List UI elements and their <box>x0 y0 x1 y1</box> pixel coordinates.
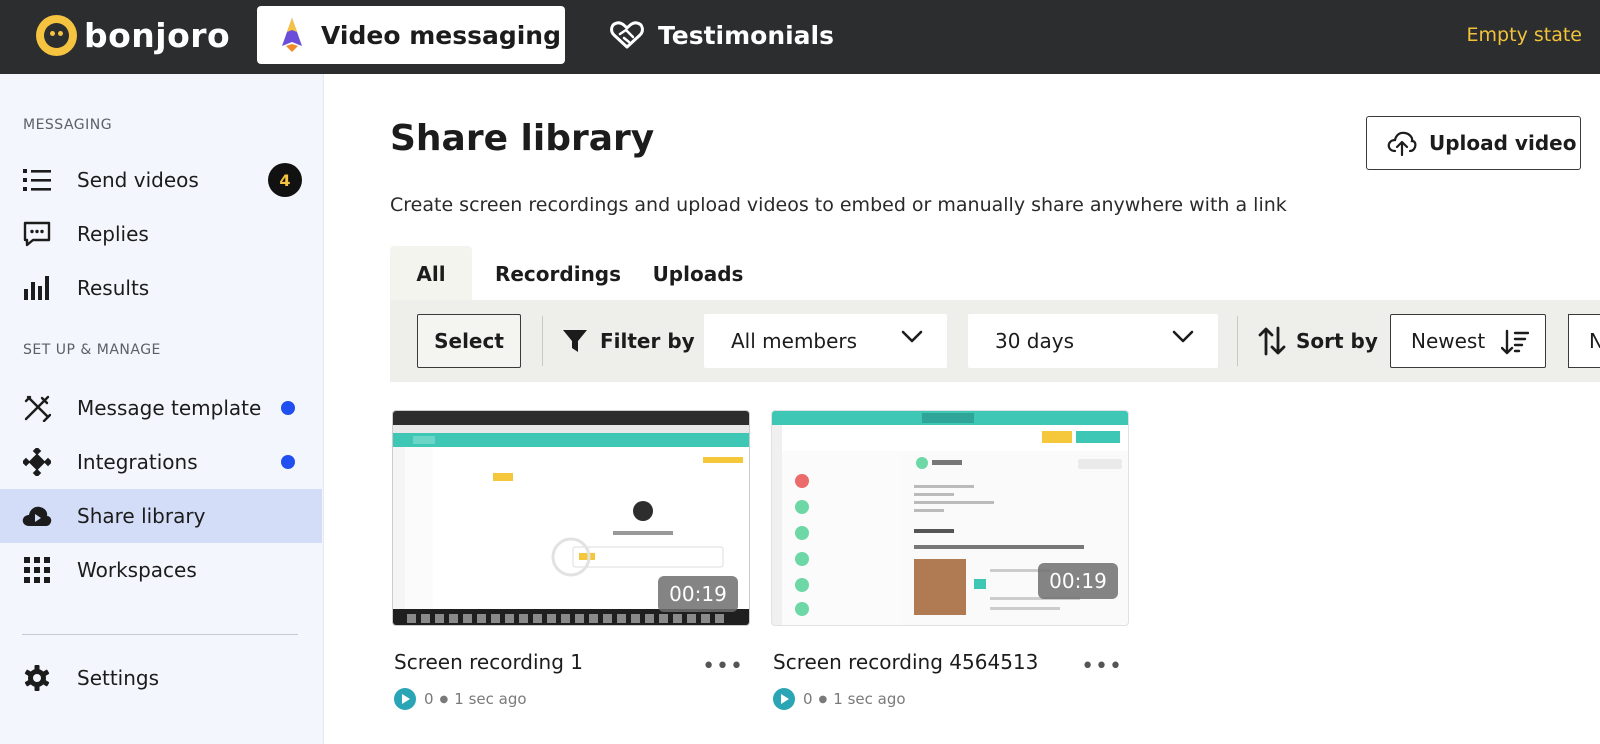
sidebar-item-results[interactable]: Results <box>0 261 322 315</box>
list-icon <box>22 165 52 195</box>
sort-by-label: Sort by <box>1296 329 1378 353</box>
section-label-messaging: MESSAGING <box>23 117 113 133</box>
notification-dot <box>281 401 295 415</box>
heart-handshake-icon <box>610 21 644 49</box>
view-count: 0 <box>424 690 434 708</box>
sidebar-item-label: Integrations <box>77 450 198 474</box>
more-options-icon[interactable]: ••• <box>1081 654 1123 679</box>
view-count: 0 <box>803 690 813 708</box>
notification-badge: 4 <box>268 163 302 197</box>
upload-video-label: Upload video <box>1429 131 1577 155</box>
members-dropdown[interactable]: All members <box>704 314 947 368</box>
video-card[interactable]: 00:19 Screen recording 1 ••• 0 ● 1 sec a… <box>392 410 750 710</box>
tab-video-messaging[interactable]: Video messaging <box>257 6 565 64</box>
tab-recordings[interactable]: Recordings <box>472 246 644 301</box>
chevron-down-icon <box>901 330 923 343</box>
top-bar: bonjoro Video messaging Testimonials Emp… <box>0 0 1600 74</box>
sidebar-item-settings[interactable]: Settings <box>0 651 322 705</box>
video-duration: 00:19 <box>658 576 738 612</box>
puzzle-icon <box>22 447 52 477</box>
page-subtitle: Create screen recordings and upload vide… <box>390 194 1287 216</box>
brand-name: bonjoro <box>84 15 231 55</box>
sidebar-item-integrations[interactable]: Integrations <box>0 435 322 489</box>
notification-dot <box>281 455 295 469</box>
sidebar-item-label: Message template <box>77 396 262 420</box>
tab-video-messaging-label: Video messaging <box>321 20 562 50</box>
play-icon[interactable] <box>773 688 795 710</box>
sidebar-item-send-videos[interactable]: Send videos 4 <box>0 153 322 207</box>
tab-all[interactable]: All <box>390 246 472 301</box>
video-meta: 0 ● 1 sec ago <box>394 688 527 710</box>
bonjoro-logo[interactable]: bonjoro <box>36 14 230 56</box>
video-time: 1 sec ago <box>833 690 906 708</box>
sidebar: MESSAGING Send videos 4 Replies Results … <box>0 74 324 744</box>
sort-arrows-icon <box>1258 326 1286 356</box>
video-thumbnail[interactable]: 00:19 <box>771 410 1129 626</box>
sort-order-dropdown[interactable]: Newest <box>1390 314 1546 368</box>
sidebar-divider <box>22 634 298 635</box>
sidebar-item-replies[interactable]: Replies <box>0 207 322 261</box>
chat-icon <box>22 219 52 249</box>
gear-icon <box>22 663 52 693</box>
toolbar-divider <box>1237 316 1238 366</box>
sort-by-button[interactable]: Sort by <box>1258 314 1378 368</box>
filter-by-button[interactable]: Filter by <box>562 314 695 368</box>
toolbar-divider <box>542 316 543 366</box>
page-title: Share library <box>390 118 655 159</box>
grid-icon <box>22 555 52 585</box>
sidebar-item-workspaces[interactable]: Workspaces <box>0 543 322 597</box>
sort-order-value: Newest <box>1411 329 1486 353</box>
sidebar-item-share-library[interactable]: Share library <box>0 489 322 543</box>
sidebar-item-label: Settings <box>77 666 160 690</box>
tab-testimonials[interactable]: Testimonials <box>610 6 834 64</box>
filter-by-label: Filter by <box>600 329 695 353</box>
tab-testimonials-label: Testimonials <box>658 20 835 50</box>
video-duration: 00:19 <box>1038 563 1118 599</box>
meta-separator: ● <box>818 693 828 705</box>
upload-video-button[interactable]: Upload video <box>1366 116 1581 170</box>
video-time: 1 sec ago <box>454 690 527 708</box>
select-button[interactable]: Select <box>417 314 521 368</box>
next-toolbar-button[interactable]: N <box>1568 314 1600 368</box>
section-label-setup-manage: SET UP & MANAGE <box>23 342 161 358</box>
sidebar-item-message-template[interactable]: Message template <box>0 381 322 435</box>
tab-uploads[interactable]: Uploads <box>644 246 752 301</box>
date-range-dropdown-value: 30 days <box>995 329 1075 353</box>
sidebar-item-label: Replies <box>77 222 149 246</box>
sidebar-item-label: Workspaces <box>77 558 197 582</box>
cloud-play-icon <box>22 501 52 531</box>
rocket-icon <box>282 18 302 52</box>
date-range-dropdown[interactable]: 30 days <box>968 314 1218 368</box>
sidebar-item-label: Share library <box>77 504 206 528</box>
sort-descending-icon <box>1501 329 1529 355</box>
bar-chart-icon <box>22 273 52 303</box>
members-dropdown-value: All members <box>731 329 858 353</box>
empty-state-link[interactable]: Empty state <box>1467 24 1582 46</box>
meta-separator: ● <box>439 693 449 705</box>
sidebar-item-label: Results <box>77 276 150 300</box>
more-options-icon[interactable]: ••• <box>702 654 744 679</box>
video-meta: 0 ● 1 sec ago <box>773 688 906 710</box>
tools-icon <box>22 393 52 423</box>
video-title[interactable]: Screen recording 4564513 <box>773 650 1038 674</box>
filter-icon <box>563 330 587 352</box>
chevron-down-icon <box>1172 330 1194 343</box>
library-toolbar: Select Filter by All members 30 days Sor… <box>390 300 1600 382</box>
video-title[interactable]: Screen recording 1 <box>394 650 583 674</box>
library-tabs: All Recordings Uploads <box>390 246 752 301</box>
video-card[interactable]: 00:19 Screen recording 4564513 ••• 0 ● 1… <box>771 410 1129 710</box>
sidebar-item-label: Send videos <box>77 168 199 192</box>
video-thumbnail[interactable]: 00:19 <box>392 410 750 626</box>
bonjoro-logo-icon <box>36 14 77 56</box>
cloud-upload-icon <box>1387 131 1417 156</box>
play-icon[interactable] <box>394 688 416 710</box>
